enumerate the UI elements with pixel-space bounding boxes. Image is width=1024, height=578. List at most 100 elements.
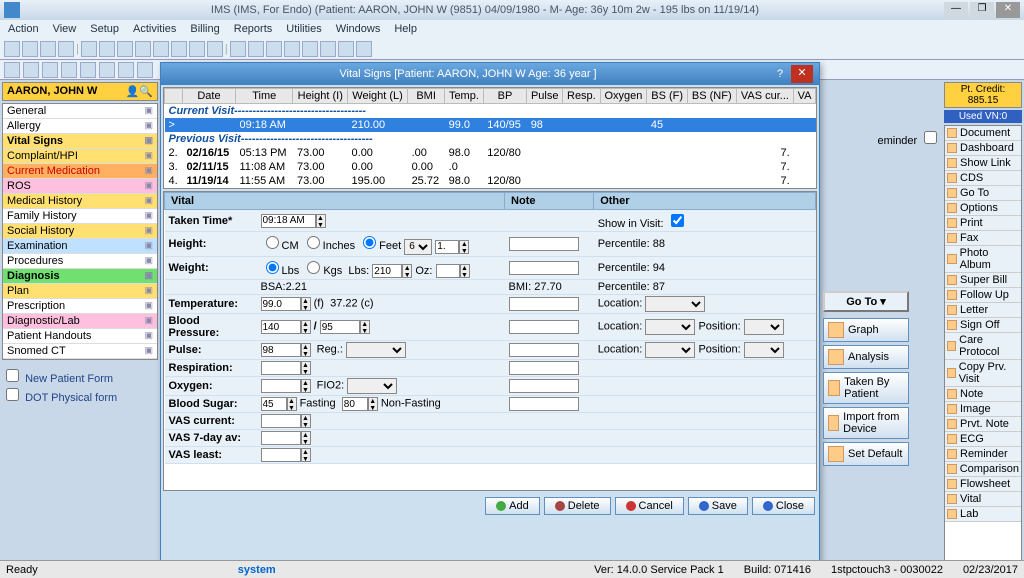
toolbar-icon[interactable] — [320, 41, 336, 57]
spinner-up-icon[interactable]: ▲▼ — [316, 214, 326, 228]
oxygen-input[interactable] — [261, 379, 301, 393]
right-nav-item[interactable]: Show Link — [945, 156, 1021, 171]
weight-lbs-radio[interactable] — [266, 261, 279, 274]
taken-time-input[interactable] — [261, 214, 316, 228]
right-nav-item[interactable]: Image — [945, 402, 1021, 417]
pulse-note-input[interactable] — [509, 343, 579, 357]
menu-utilities[interactable]: Utilities — [286, 23, 321, 35]
right-nav-item[interactable]: Flowsheet — [945, 477, 1021, 492]
toolbar-icon[interactable] — [153, 41, 169, 57]
toolbar-icon[interactable] — [4, 41, 20, 57]
bp-diastolic-input[interactable] — [320, 320, 360, 334]
menu-view[interactable]: View — [53, 23, 77, 35]
sidebar-item[interactable]: Plan▣ — [3, 284, 157, 299]
sidebar-item[interactable]: Current Medication▣ — [3, 164, 157, 179]
fio2-select[interactable] — [347, 378, 397, 394]
bs-note-input[interactable] — [509, 397, 579, 411]
bs-fasting-input[interactable] — [261, 397, 287, 411]
new-patient-check[interactable]: New Patient Form — [2, 366, 158, 385]
right-nav-item[interactable]: Letter — [945, 303, 1021, 318]
right-nav-item[interactable]: Follow Up — [945, 288, 1021, 303]
graph-button[interactable]: Graph — [823, 318, 909, 342]
previous-visit-row[interactable]: 3.02/11/1511:08 AM73.000.000.00.07. — [165, 160, 816, 174]
pulse-location-select[interactable] — [645, 342, 695, 358]
toolbar-icon[interactable] — [40, 41, 56, 57]
sidebar-item[interactable]: ROS▣ — [3, 179, 157, 194]
bp-position-select[interactable] — [744, 319, 784, 335]
height-inches-radio[interactable] — [307, 236, 320, 249]
respiration-note-input[interactable] — [509, 361, 579, 375]
pulse-input[interactable] — [261, 343, 301, 357]
bp-location-select[interactable] — [645, 319, 695, 335]
right-nav-item[interactable]: Go To — [945, 186, 1021, 201]
minimize-button[interactable]: — — [944, 2, 968, 18]
sidebar-item[interactable]: Diagnosis▣ — [3, 269, 157, 284]
sidebar-item[interactable]: Patient Handouts▣ — [3, 329, 157, 344]
weight-oz-input[interactable] — [436, 264, 460, 278]
delete-button[interactable]: Delete — [544, 497, 611, 515]
menu-billing[interactable]: Billing — [190, 23, 219, 35]
right-nav-item[interactable]: ECG — [945, 432, 1021, 447]
current-visit-row[interactable]: >09:18 AM 210.0099.0 140/9598 45 — [165, 118, 816, 132]
toolbar-icon[interactable] — [135, 41, 151, 57]
weight-note-input[interactable] — [509, 261, 579, 275]
restore-button[interactable]: ❐ — [970, 2, 994, 18]
temperature-note-input[interactable] — [509, 297, 579, 311]
menu-action[interactable]: Action — [8, 23, 39, 35]
temperature-input[interactable] — [261, 297, 301, 311]
height-feet-radio[interactable] — [363, 236, 376, 249]
vas-current-input[interactable] — [261, 414, 301, 428]
height-inch-input[interactable] — [435, 240, 459, 254]
right-nav-item[interactable]: CDS — [945, 171, 1021, 186]
sidebar-item[interactable]: Medical History▣ — [3, 194, 157, 209]
respiration-input[interactable] — [261, 361, 301, 375]
analysis-button[interactable]: Analysis — [823, 345, 909, 369]
right-nav-item[interactable]: Reminder — [945, 447, 1021, 462]
right-nav-item[interactable]: Print — [945, 216, 1021, 231]
dialog-close-button[interactable]: ✕ — [791, 65, 813, 83]
vas-7day-input[interactable] — [261, 431, 301, 445]
toolbar-icon[interactable] — [58, 41, 74, 57]
toolbar-icon[interactable] — [248, 41, 264, 57]
close-button[interactable]: ✕ — [996, 2, 1020, 18]
right-nav-item[interactable]: Fax — [945, 231, 1021, 246]
toolbar-icon[interactable] — [284, 41, 300, 57]
vas-least-input[interactable] — [261, 448, 301, 462]
sidebar-item[interactable]: Examination▣ — [3, 239, 157, 254]
dialog-help-button[interactable]: ? — [769, 68, 791, 80]
sidebar-item[interactable]: Diagnostic/Lab▣ — [3, 314, 157, 329]
height-cm-radio[interactable] — [266, 236, 279, 249]
toolbar-icon[interactable] — [207, 41, 223, 57]
toolbar-icon[interactable] — [81, 41, 97, 57]
toolbar-icon[interactable] — [80, 62, 96, 78]
toolbar-icon[interactable] — [42, 62, 58, 78]
toolbar-icon[interactable] — [356, 41, 372, 57]
show-in-visit-checkbox[interactable] — [671, 214, 684, 227]
right-nav-item[interactable]: Comparison — [945, 462, 1021, 477]
patient-icons[interactable]: 👤🔍 — [126, 85, 153, 98]
right-nav-item[interactable]: Care Protocol — [945, 333, 1021, 360]
right-nav-item[interactable]: Sign Off — [945, 318, 1021, 333]
sidebar-item[interactable]: Family History▣ — [3, 209, 157, 224]
bp-systolic-input[interactable] — [261, 320, 301, 334]
right-nav-item[interactable]: Note — [945, 387, 1021, 402]
toolbar-icon[interactable] — [302, 41, 318, 57]
height-feet-select[interactable]: 6 — [404, 239, 432, 255]
pulse-reg-select[interactable] — [346, 342, 406, 358]
menu-reports[interactable]: Reports — [234, 23, 273, 35]
toolbar-icon[interactable] — [23, 62, 39, 78]
taken-by-patient-button[interactable]: Taken By Patient — [823, 372, 909, 404]
set-default-button[interactable]: Set Default — [823, 442, 909, 466]
right-nav-item[interactable]: Dashboard — [945, 141, 1021, 156]
toolbar-icon[interactable] — [230, 41, 246, 57]
toolbar-icon[interactable] — [61, 62, 77, 78]
sidebar-item[interactable]: Social History▣ — [3, 224, 157, 239]
sidebar-item[interactable]: Snomed CT▣ — [3, 344, 157, 359]
menu-windows[interactable]: Windows — [336, 23, 381, 35]
toolbar-icon[interactable] — [4, 62, 20, 78]
patient-name-header[interactable]: AARON, JOHN W👤🔍 — [2, 82, 158, 101]
close-button[interactable]: Close — [752, 497, 815, 515]
import-device-button[interactable]: Import from Device — [823, 407, 909, 439]
bp-note-input[interactable] — [509, 320, 579, 334]
goto-button[interactable]: Go To ▾ — [823, 291, 909, 312]
